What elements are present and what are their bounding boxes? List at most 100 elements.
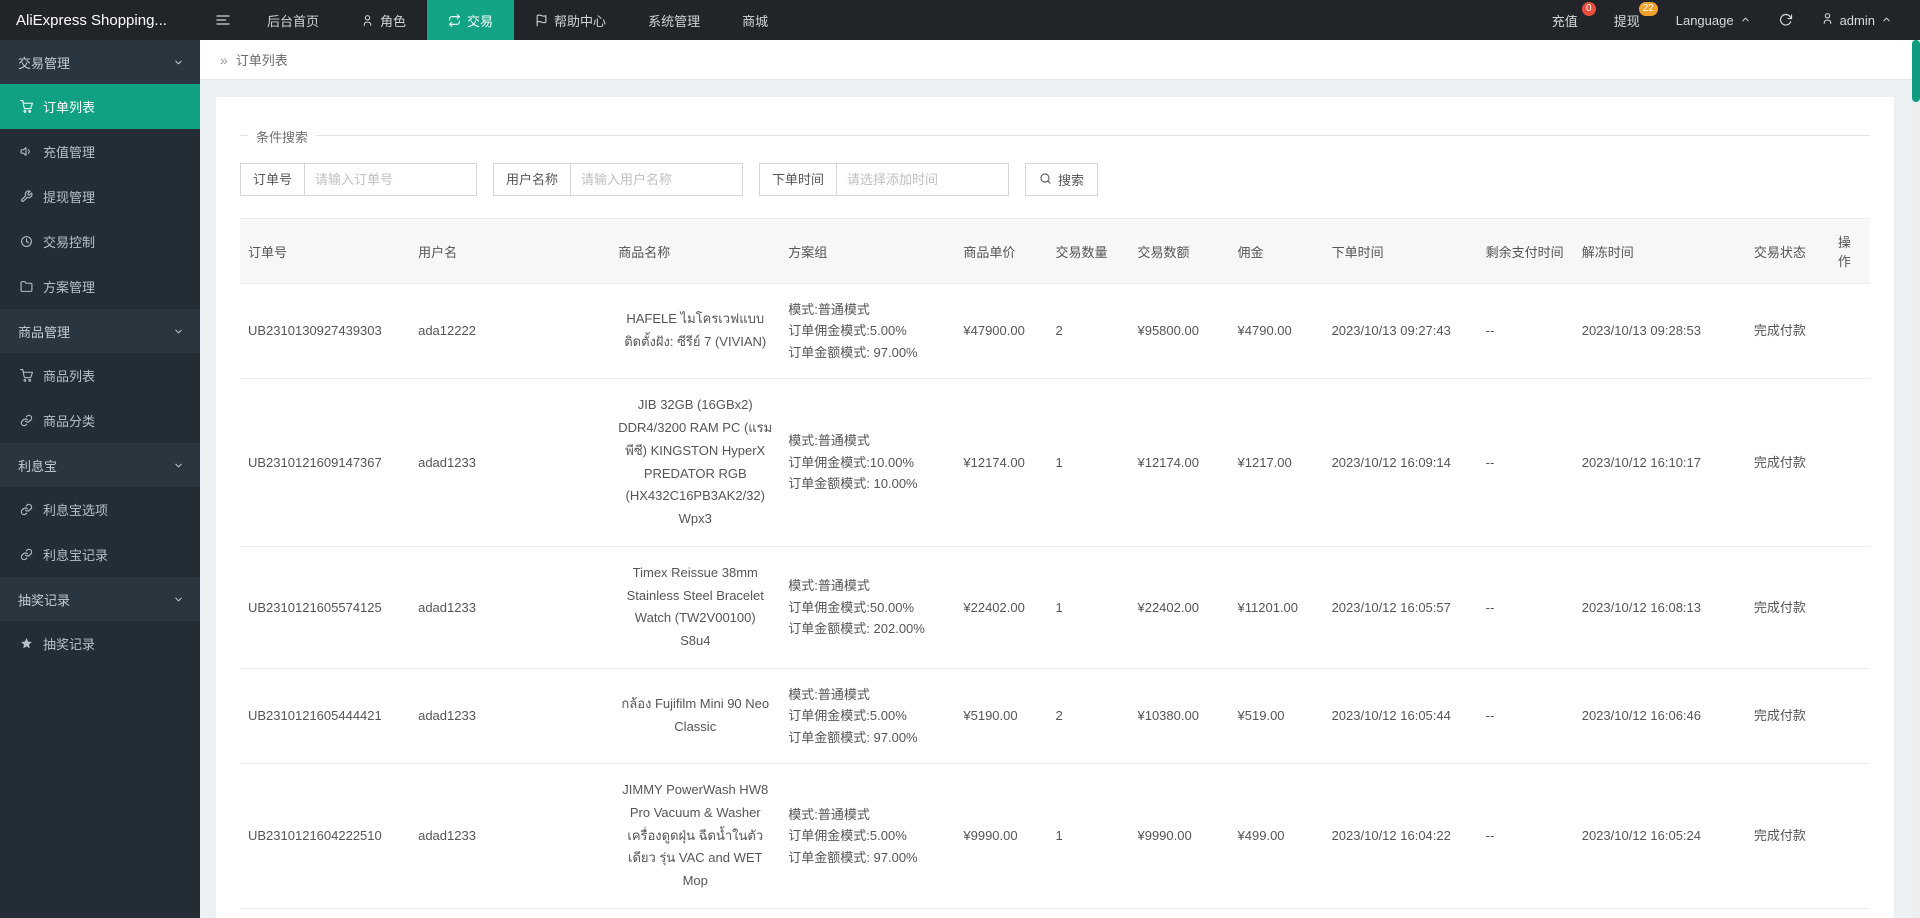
nav-item-home[interactable]: 后台首页 — [246, 0, 340, 40]
username-cell: adad1233 — [410, 763, 611, 909]
sidebar-group-product-management[interactable]: 商品管理 — [0, 309, 200, 353]
plan-line: 订单佣金模式:10.00% — [788, 454, 914, 470]
order-no-input[interactable] — [305, 163, 478, 196]
plan-line: 订单金额模式: 97.00% — [788, 344, 918, 360]
sidebar-item-label: 方案管理 — [43, 280, 96, 295]
amount-cell: ¥12174.00 — [1129, 378, 1230, 547]
chevron-down-icon — [175, 329, 182, 333]
flag-icon — [536, 14, 547, 26]
plan-group-cell: 模式:普通模式订单佣金模式:10.00%订单金额模式: 10.00% — [780, 908, 956, 918]
recharge-link[interactable]: 充值 0 — [1538, 0, 1600, 40]
sidebar-item-interest-records[interactable]: 利息宝记录 — [0, 532, 200, 577]
order-no-filter-label: 订单号 — [240, 163, 306, 196]
unit-price-cell: ¥22402.00 — [955, 546, 1048, 669]
link-icon — [20, 503, 33, 516]
product-name-cell: JIMMY PowerWash HW8 Pro Vacuum & Washer … — [610, 763, 781, 909]
nav-item-help-center[interactable]: 帮助中心 — [514, 0, 627, 40]
brand-title: AliExpress Shopping... — [16, 11, 167, 29]
order-no-cell: UB2310121609147367 — [240, 378, 411, 547]
sidebar-item-label: 利息宝选项 — [43, 503, 109, 518]
sidebar-item-recharge-management[interactable]: 充值管理 — [0, 129, 200, 174]
plan-line: 订单金额模式: 10.00% — [788, 476, 918, 492]
amount-cell: ¥999.00 — [1129, 908, 1230, 918]
breadcrumb: » 订单列表 — [200, 40, 1920, 80]
column-header-product-name: 商品名称 — [610, 218, 781, 284]
recharge-badge: 0 — [1581, 2, 1596, 16]
main-layout: 交易管理 订单列表充值管理提现管理 交易控制方案管理商品管理 商品列表 商品分类 利息宝利… — [0, 40, 1920, 918]
sidebar-item-withdraw-management[interactable]: 提现管理 — [0, 174, 200, 219]
link-icon — [20, 548, 33, 561]
remaining-pay-time-cell: -- — [1477, 283, 1574, 380]
unfreeze-time-cell: 2023/10/12 16:08:13 — [1573, 546, 1746, 669]
chevron-down-icon — [175, 463, 182, 467]
remaining-pay-time-cell: -- — [1477, 378, 1574, 547]
amount-cell: ¥9990.00 — [1129, 763, 1230, 909]
app-window: AliExpress Shopping... 后台首页 角色 交易 帮助中心 系统管理商… — [0, 0, 1920, 918]
sidebar-item-interest-options[interactable]: 利息宝选项 — [0, 487, 200, 532]
commission-cell: ¥99.00 — [1229, 908, 1324, 918]
nav-item-label: 帮助中心 — [554, 13, 607, 29]
unit-price-cell: ¥999.00 — [955, 908, 1048, 918]
sidebar-item-order-list[interactable]: 订单列表 — [0, 84, 200, 129]
language-dropdown[interactable]: Language — [1662, 0, 1765, 40]
nav-item-mall[interactable]: 商城 — [721, 0, 789, 40]
refresh-button[interactable] — [1765, 0, 1807, 40]
nav-item-system[interactable]: 系统管理 — [627, 0, 721, 40]
nav-item-role[interactable]: 角色 — [340, 0, 427, 40]
main-panel: » 订单列表 条件搜索 订单号 用户名称 — [200, 40, 1920, 918]
nav-item-trade[interactable]: 交易 — [427, 0, 515, 40]
admin-avatar-slot — [1821, 12, 1834, 28]
order-row: UB2310121609147367 adad1233 JIB 32GB (16GB… — [240, 378, 1870, 547]
order-time-filter-label: 下单时间 — [759, 163, 838, 196]
order-no-filter: 订单号 — [240, 163, 478, 196]
commission-cell: ¥11201.00 — [1229, 546, 1324, 669]
sidebar-item-trade-control[interactable]: 交易控制 — [0, 219, 200, 264]
plan-line: 模式:普通模式 — [788, 578, 870, 594]
action-cell — [1829, 283, 1870, 380]
admin-label: admin — [1839, 12, 1875, 28]
column-header-amount: 交易数额 — [1129, 218, 1230, 284]
sidebar-item-product-list[interactable]: 商品列表 — [0, 353, 200, 398]
status-cell: 完成付款 — [1745, 546, 1830, 669]
page-scrollbar[interactable] — [1912, 40, 1920, 918]
sidebar-item-lottery-records[interactable]: 抽奖记录 — [0, 621, 200, 666]
product-name-cell: LEE เสื้อคลุมฮู้ดมีซิปผู้ชาย / ผู้หญิง ร… — [610, 908, 781, 918]
admin-dropdown[interactable]: admin — [1807, 0, 1906, 40]
plan-group-cell: 模式:普通模式 订单佣金模式:50.00% 订单金额模式: 202.00% — [780, 546, 956, 669]
link-icon — [20, 414, 33, 427]
wrench-icon — [21, 190, 33, 202]
menu-toggle-button[interactable] — [200, 0, 246, 40]
sidebar-group-lottery[interactable]: 抽奖记录 — [0, 577, 200, 621]
plan-group-cell: 模式:普通模式 订单佣金模式:5.00% 订单金额模式: 97.00% — [780, 668, 956, 765]
folder-icon — [20, 281, 33, 292]
topbar-right: 充值 0 提现 22 Language admin — [1538, 0, 1920, 40]
sidebar-item-plan-management[interactable]: 方案管理 — [0, 264, 200, 309]
sidebar-group-trade-management[interactable]: 交易管理 — [0, 40, 200, 84]
action-cell — [1829, 908, 1870, 918]
status-cell: 完成付款 — [1745, 668, 1830, 765]
product-name-cell: Timex Reissue 38mm Stainless Steel Brace… — [610, 546, 781, 669]
search-filters: 订单号 用户名称 下单时间 搜索 — [240, 163, 1870, 196]
sidebar-group-interest[interactable]: 利息宝 — [0, 443, 200, 487]
unfreeze-time-cell: 2023/10/13 09:28:53 — [1573, 283, 1746, 380]
top-bar: AliExpress Shopping... 后台首页 角色 交易 帮助中心 系统管理 商… — [0, 0, 1920, 40]
nav-item-label: 后台首页 — [267, 13, 320, 29]
search-button[interactable]: 搜索 — [1025, 163, 1099, 196]
status-cell: 完成付款 — [1745, 378, 1830, 547]
sidebar-item-label: 充值管理 — [43, 145, 96, 160]
username-cell: adad1233 — [410, 378, 611, 547]
product-name-cell: กล้อง Fujifilm Mini 90 Neo Classic — [610, 668, 781, 765]
plan-group-cell: 模式:普通模式订单佣金模式:10.00%订单金额模式: 10.00% — [780, 378, 956, 547]
column-header-action: 操作 — [1829, 218, 1870, 284]
withdraw-link[interactable]: 提现 22 — [1600, 0, 1662, 40]
action-cell — [1829, 546, 1870, 669]
order-time-input[interactable] — [837, 163, 1010, 196]
sidebar-item-product-category[interactable]: 商品分类 — [0, 398, 200, 443]
commission-cell: ¥1217.00 — [1229, 378, 1324, 547]
scrollbar-thumb[interactable] — [1912, 40, 1920, 102]
username-input[interactable] — [571, 163, 744, 196]
username-filter: 用户名称 — [493, 163, 744, 196]
cart-icon — [20, 100, 33, 113]
speaker-icon — [20, 147, 30, 156]
remaining-pay-time-cell: -- — [1477, 546, 1574, 669]
